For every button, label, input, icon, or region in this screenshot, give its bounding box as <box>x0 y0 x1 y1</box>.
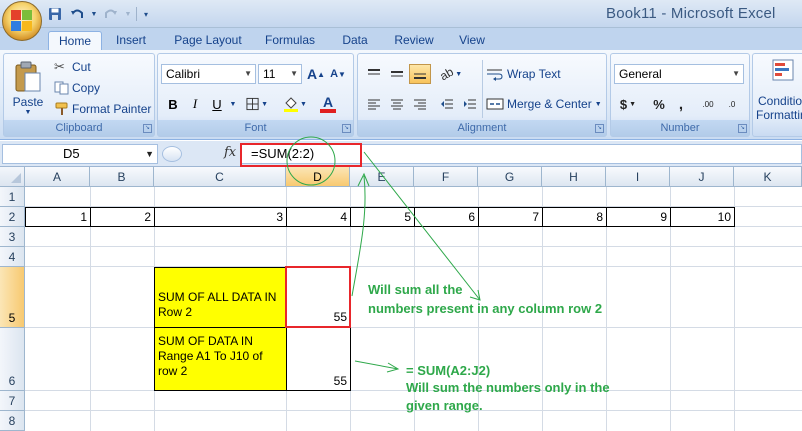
annotation-arrow-curve <box>351 175 366 297</box>
office-button[interactable] <box>2 1 42 41</box>
annotation-arrow-head <box>357 172 370 187</box>
office-logo-icon <box>11 10 33 32</box>
annotation-circle <box>286 136 336 186</box>
annotation-arrow-line <box>363 151 481 301</box>
annotation-arrows <box>286 136 481 373</box>
